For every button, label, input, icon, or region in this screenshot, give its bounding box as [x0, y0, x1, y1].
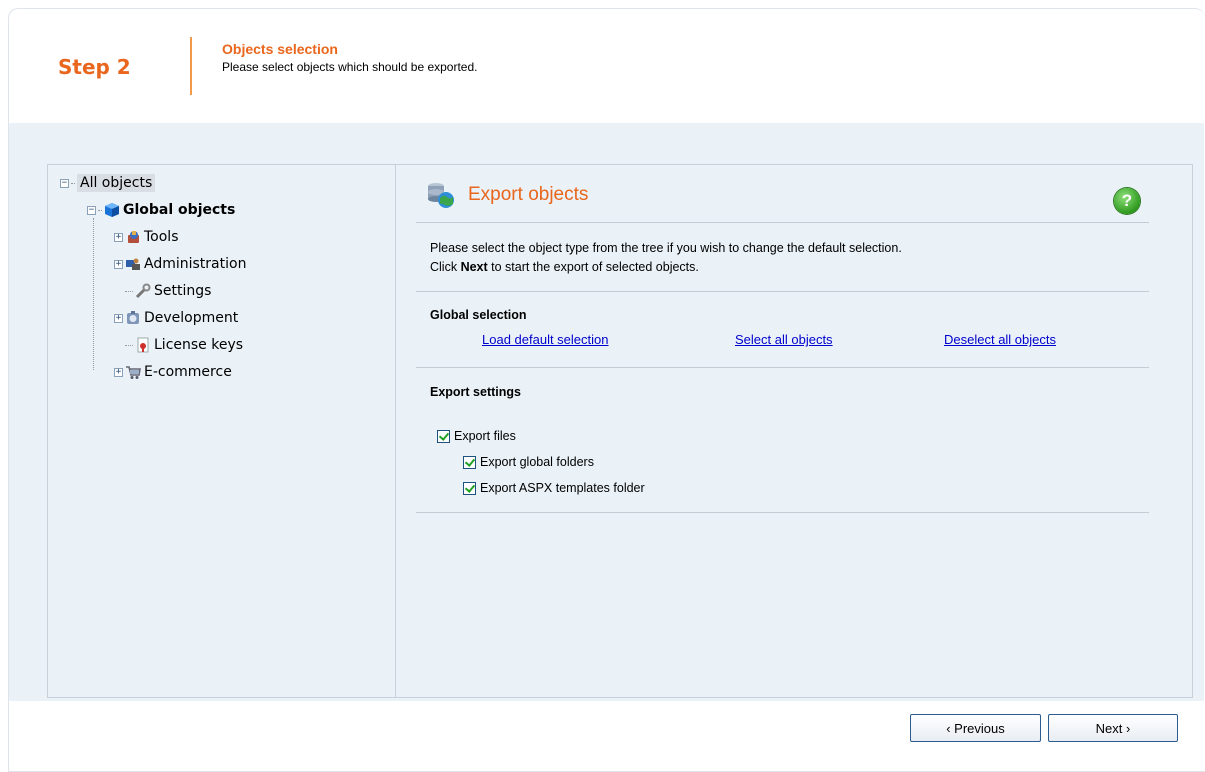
intro-prefix: Click	[430, 260, 461, 274]
tree-node-all-objects[interactable]: − All objects	[60, 173, 156, 193]
expand-icon[interactable]: +	[114, 313, 123, 323]
expand-icon[interactable]: +	[114, 367, 123, 377]
select-all-objects-link[interactable]: Select all objects	[735, 332, 833, 347]
tree-node-license-keys[interactable]: License keys	[125, 335, 243, 355]
tree-node-ecommerce[interactable]: + E-commerce	[114, 362, 232, 382]
divider	[416, 367, 1149, 368]
export-files-label[interactable]: Export files	[454, 429, 516, 443]
tree-label-all-objects[interactable]: All objects	[77, 174, 156, 192]
tree-label-administration[interactable]: Administration	[144, 256, 246, 272]
global-selection-title: Global selection	[430, 308, 527, 322]
intro-text-line1: Please select the object type from the t…	[430, 241, 902, 255]
tree-dots	[125, 344, 133, 346]
tools-icon	[125, 229, 141, 245]
tree-dots	[125, 290, 133, 292]
tree-label-ecommerce[interactable]: E-commerce	[144, 364, 232, 380]
object-tree-pane	[48, 165, 396, 697]
export-aspx-templates-option[interactable]: Export ASPX templates folder	[463, 481, 645, 495]
export-aspx-templates-label[interactable]: Export ASPX templates folder	[480, 481, 645, 495]
next-button[interactable]: Next ›	[1048, 714, 1178, 742]
tree-node-administration[interactable]: + Administration	[114, 254, 246, 274]
step-title: Objects selection	[222, 41, 338, 57]
ecommerce-icon	[125, 364, 141, 380]
export-global-folders-option[interactable]: Export global folders	[463, 455, 594, 469]
intro-suffix: to start the export of selected objects.	[487, 260, 699, 274]
export-aspx-templates-checkbox[interactable]	[463, 481, 476, 495]
tree-label-tools[interactable]: Tools	[144, 229, 179, 245]
load-default-selection-link[interactable]: Load default selection	[482, 332, 608, 347]
collapse-icon[interactable]: −	[60, 178, 69, 188]
previous-button[interactable]: ‹ Previous	[910, 714, 1041, 742]
tree-node-tools[interactable]: + Tools	[114, 227, 179, 247]
export-files-option[interactable]: Export files	[437, 429, 516, 443]
administration-icon	[125, 256, 141, 272]
tree-node-development[interactable]: + Development	[114, 308, 238, 328]
export-settings-title: Export settings	[430, 385, 521, 399]
step-divider	[190, 37, 192, 95]
help-icon[interactable]: ?	[1114, 188, 1140, 214]
tree-node-global-objects[interactable]: − Global objects	[87, 200, 235, 220]
tree-label-license-keys[interactable]: License keys	[154, 337, 243, 353]
tree-connector	[93, 218, 94, 370]
deselect-all-objects-link[interactable]: Deselect all objects	[944, 332, 1056, 347]
tree-dots	[98, 209, 102, 211]
divider	[416, 222, 1149, 223]
expand-icon[interactable]: +	[114, 232, 123, 242]
intro-next-bold: Next	[460, 260, 488, 274]
tree-label-settings[interactable]: Settings	[154, 283, 211, 299]
license-keys-icon	[135, 337, 151, 353]
collapse-icon[interactable]: −	[87, 205, 96, 215]
settings-icon	[135, 283, 151, 299]
export-files-checkbox[interactable]	[437, 429, 450, 443]
divider	[416, 512, 1149, 513]
tree-node-settings[interactable]: Settings	[125, 281, 211, 301]
tree-label-development[interactable]: Development	[144, 310, 238, 326]
export-objects-icon	[425, 180, 457, 210]
export-global-folders-checkbox[interactable]	[463, 455, 476, 469]
export-objects-title: Export objects	[468, 184, 589, 205]
tree-label-global-objects[interactable]: Global objects	[123, 202, 235, 218]
global-objects-icon	[104, 202, 120, 218]
development-icon	[125, 310, 141, 326]
step-label: Step 2	[58, 55, 131, 79]
export-global-folders-label[interactable]: Export global folders	[480, 455, 594, 469]
tree-dots	[71, 182, 75, 184]
step-description: Please select objects which should be ex…	[222, 60, 478, 74]
intro-text-line2: Click Next to start the export of select…	[430, 260, 699, 274]
expand-icon[interactable]: +	[114, 259, 123, 269]
divider	[416, 291, 1149, 292]
